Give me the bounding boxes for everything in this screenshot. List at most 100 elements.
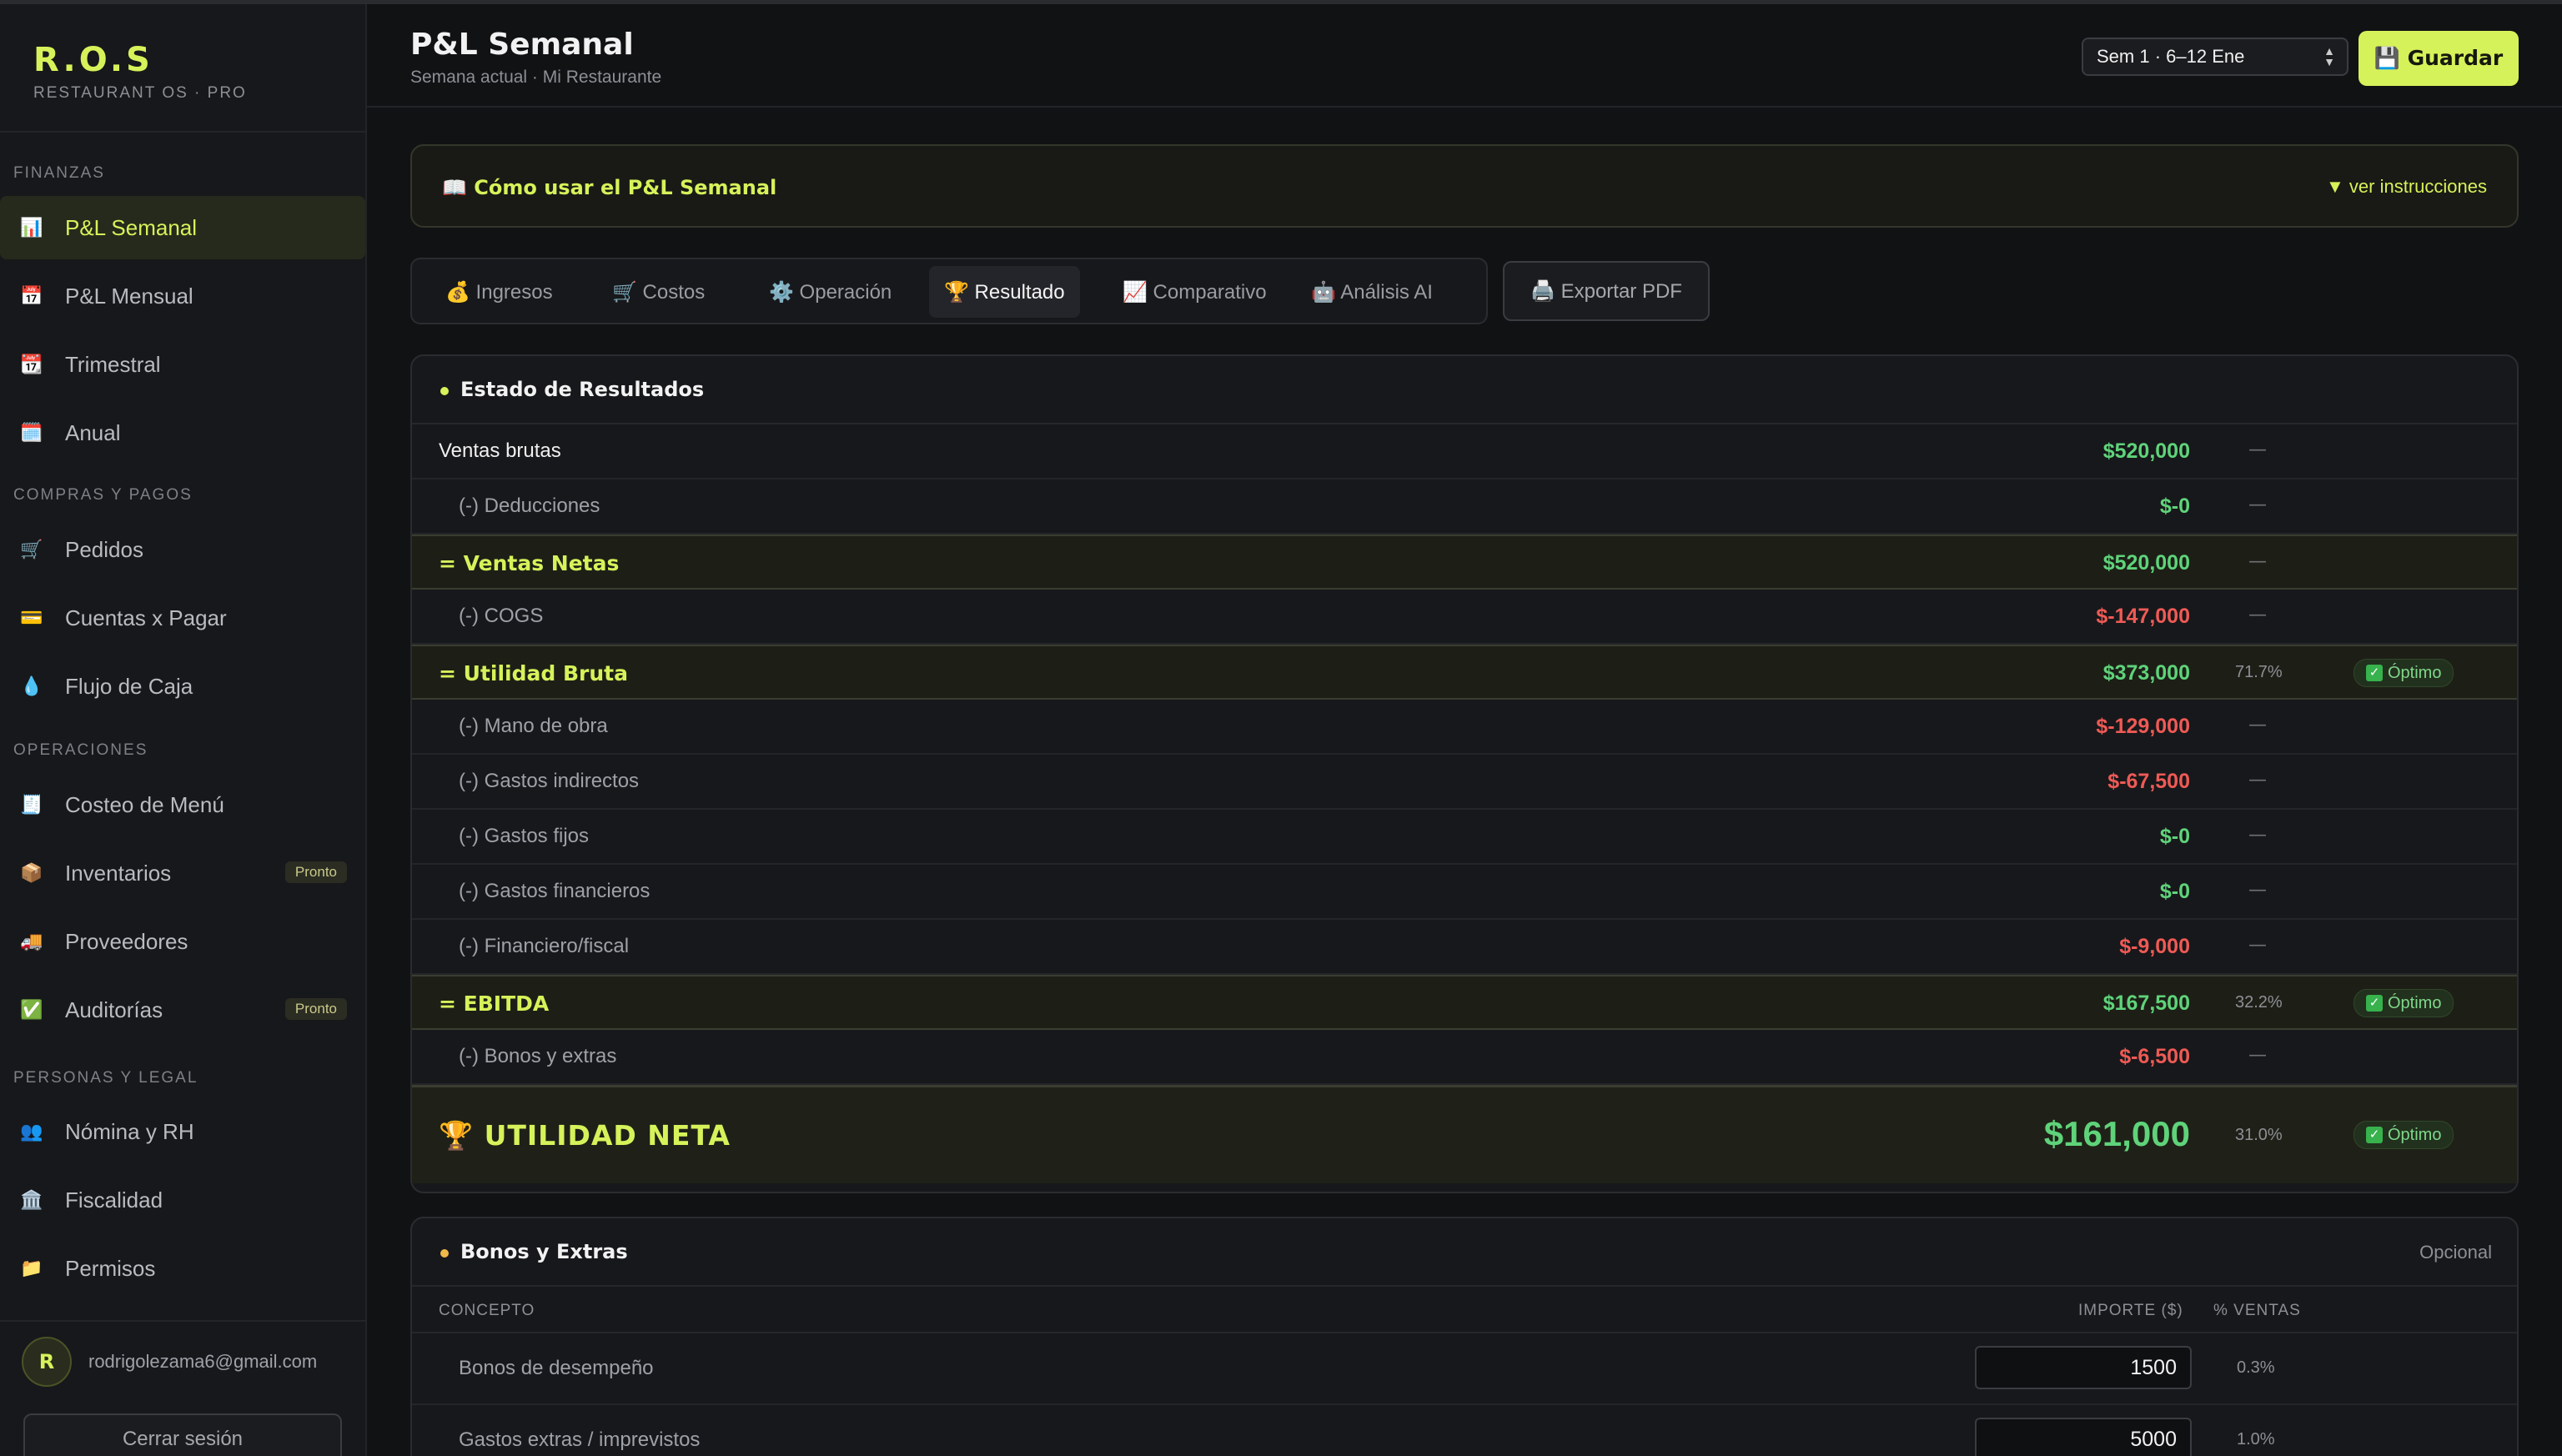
row-label: (-) Gastos indirectos [459,770,640,792]
sidebar-item-auditorías[interactable]: ✅ Auditorías Pronto [0,978,365,1042]
sidebar-item-fiscalidad[interactable]: 🏛️ Fiscalidad [0,1168,365,1232]
status-text: Óptimo [2388,993,2442,1012]
table-row: (-) Deducciones $-0 — [412,479,2517,535]
divider [0,131,367,133]
tab-2[interactable]: ⚙️ Operación [754,266,907,318]
amount-input[interactable] [1975,1418,2192,1456]
row-label: Ventas brutas [439,439,561,462]
column-header-pct: % VENTAS [2213,1302,2301,1319]
sidebar-item-nómina-y-rh[interactable]: 👥 Nómina y RH [0,1100,365,1163]
row-amount: $-0 [2159,495,2190,518]
row-pct: — [2248,770,2267,791]
row-pct: — [2248,605,2267,625]
sidebar-item-label: Costeo de Menú [65,791,224,817]
sidebar-item-costeo-de-menú[interactable]: 🧾 Costeo de Menú [0,773,365,836]
row-pct: — [2248,715,2267,736]
row-pct: — [2248,1045,2267,1066]
table-row: (-) Gastos indirectos $-67,500 — [412,755,2517,810]
sidebar-item-label: Inventarios [65,860,172,886]
table-row: = Ventas Netas $520,000 — [412,535,2517,590]
table-row: Ventas brutas $520,000 — [412,424,2517,479]
help-panel[interactable]: 📖 Cómo usar el P&L Semanal ▼ ver instruc… [410,144,2519,228]
brand: R.O.S RESTAURANT OS · PRO [33,41,247,103]
sidebar-item-label: Proveedores [65,928,188,954]
row-amount: $373,000 [2102,661,2190,685]
column-header-concept: CONCEPTO [439,1302,535,1319]
page-title: P&L Semanal [410,28,634,62]
sidebar-item-proveedores[interactable]: 🚚 Proveedores [0,910,365,973]
sidebar-item-inventarios[interactable]: 📦 Inventarios Pronto [0,841,365,905]
table-row: (-) Gastos fijos $-0 — [412,810,2517,865]
sidebar-item-label: Fiscalidad [65,1187,163,1212]
row-pct: — [2248,880,2267,901]
sidebar-item-cuentas-x-pagar[interactable]: 💳 Cuentas x Pagar [0,586,365,650]
table-row: Bonos de desempeño 0.3% [412,1333,2517,1405]
check-icon: ✓ [2366,1127,2383,1143]
nav-icon: 💧 [20,675,43,696]
tab-3[interactable]: 🏆 Resultado [929,266,1080,318]
sidebar-item-p-l-semanal[interactable]: 📊 P&L Semanal [0,196,365,259]
tab-5[interactable]: 🤖 Análisis AI [1296,266,1448,318]
results-table: Ventas brutas $520,000 — (-) Deducciones $-0… [412,424,2517,1085]
check-icon: ✓ [2366,665,2383,681]
row-pct: — [2248,825,2267,846]
sidebar: R.O.S RESTAURANT OS · PRO FINANZAS 📊 P&L S… [0,4,367,1456]
logout-button[interactable]: Cerrar sesión [23,1413,342,1456]
net-profit-label: 🏆 UTILIDAD NETA [439,1119,731,1152]
nav-icon: 👥 [20,1121,43,1142]
row-pct: — [2248,935,2267,956]
table-row: (-) Mano de obra $-129,000 — [412,700,2517,755]
row-label: (-) Mano de obra [459,715,608,737]
help-title: 📖 Cómo usar el P&L Semanal [442,176,777,199]
bullet-icon [440,1249,449,1258]
row-label: = Ventas Netas [439,551,620,575]
row-pct: 71.7% [2235,663,2283,681]
tab-0[interactable]: 💰 Ingresos [430,266,568,318]
row-amount: $167,500 [2102,992,2190,1015]
net-profit-amount: $161,000 [2043,1114,2190,1153]
brand-logo[interactable]: R.O.S [33,41,247,79]
row-amount: $-6,500 [2119,1045,2190,1068]
row-amount: $-147,000 [2096,605,2190,628]
brand-subtitle: RESTAURANT OS · PRO [33,84,247,102]
row-label: (-) Deducciones [459,495,600,517]
chevron-updown-icon: ▲ ▼ [2323,44,2335,68]
bonus-table: Bonos de desempeño 0.3% Gastos extras / im… [412,1333,2517,1456]
row-amount: $-67,500 [2107,770,2190,793]
export-pdf-button[interactable]: 🖨️ Exportar PDF [1503,261,1710,321]
sidebar-item-label: Trimestral [65,351,161,377]
row-amount: $520,000 [2102,551,2190,575]
nav-icon: 📦 [20,862,43,883]
tab-1[interactable]: 🛒 Costos [597,266,720,318]
help-toggle[interactable]: ▼ ver instrucciones [2326,176,2487,198]
avatar[interactable]: R [22,1337,72,1387]
table-row: (-) COGS $-147,000 — [412,590,2517,645]
sidebar-item-label: Auditorías [65,997,163,1022]
sidebar-item-trimestral[interactable]: 📆 Trimestral [0,333,365,396]
row-label: (-) Bonos y extras [459,1045,617,1067]
column-header-amount: IMPORTE ($) [2078,1302,2183,1319]
user-email: rodrigolezama6@gmail.com [88,1351,318,1372]
sidebar-item-permisos[interactable]: 📁 Permisos [0,1237,365,1300]
amount-input[interactable] [1975,1346,2192,1389]
save-button[interactable]: 💾 Guardar [2359,31,2519,86]
row-label: Gastos extras / imprevistos [459,1428,701,1451]
bonus-card: Bonos y Extras Opcional CONCEPTO IMPORTE… [410,1217,2519,1456]
row-label: (-) COGS [459,605,544,627]
sidebar-item-pedidos[interactable]: 🛒 Pedidos [0,518,365,581]
sidebar-item-flujo-de-caja[interactable]: 💧 Flujo de Caja [0,655,365,718]
user-info: R rodrigolezama6@gmail.com [22,1337,317,1387]
sidebar-item-p-l-mensual[interactable]: 📅 P&L Mensual [0,264,365,328]
row-label: Bonos de desempeño [459,1357,654,1379]
table-row: (-) Gastos financieros $-0 — [412,865,2517,920]
tab-4[interactable]: 📈 Comparativo [1108,266,1282,318]
status-badge: Pronto [284,861,347,883]
nav-icon: 🏛️ [20,1189,43,1210]
sidebar-item-anual[interactable]: 🗓️ Anual [0,401,365,464]
sidebar-item-label: Permisos [65,1255,156,1281]
week-select[interactable]: Sem 1 · 6–12 Ene ▲ ▼ [2082,38,2348,76]
card-header: Bonos y Extras Opcional [412,1218,2517,1287]
status-badge: ✓ Óptimo [2354,989,2454,1017]
divider [0,1320,367,1322]
row-label: (-) Gastos financieros [459,880,651,902]
